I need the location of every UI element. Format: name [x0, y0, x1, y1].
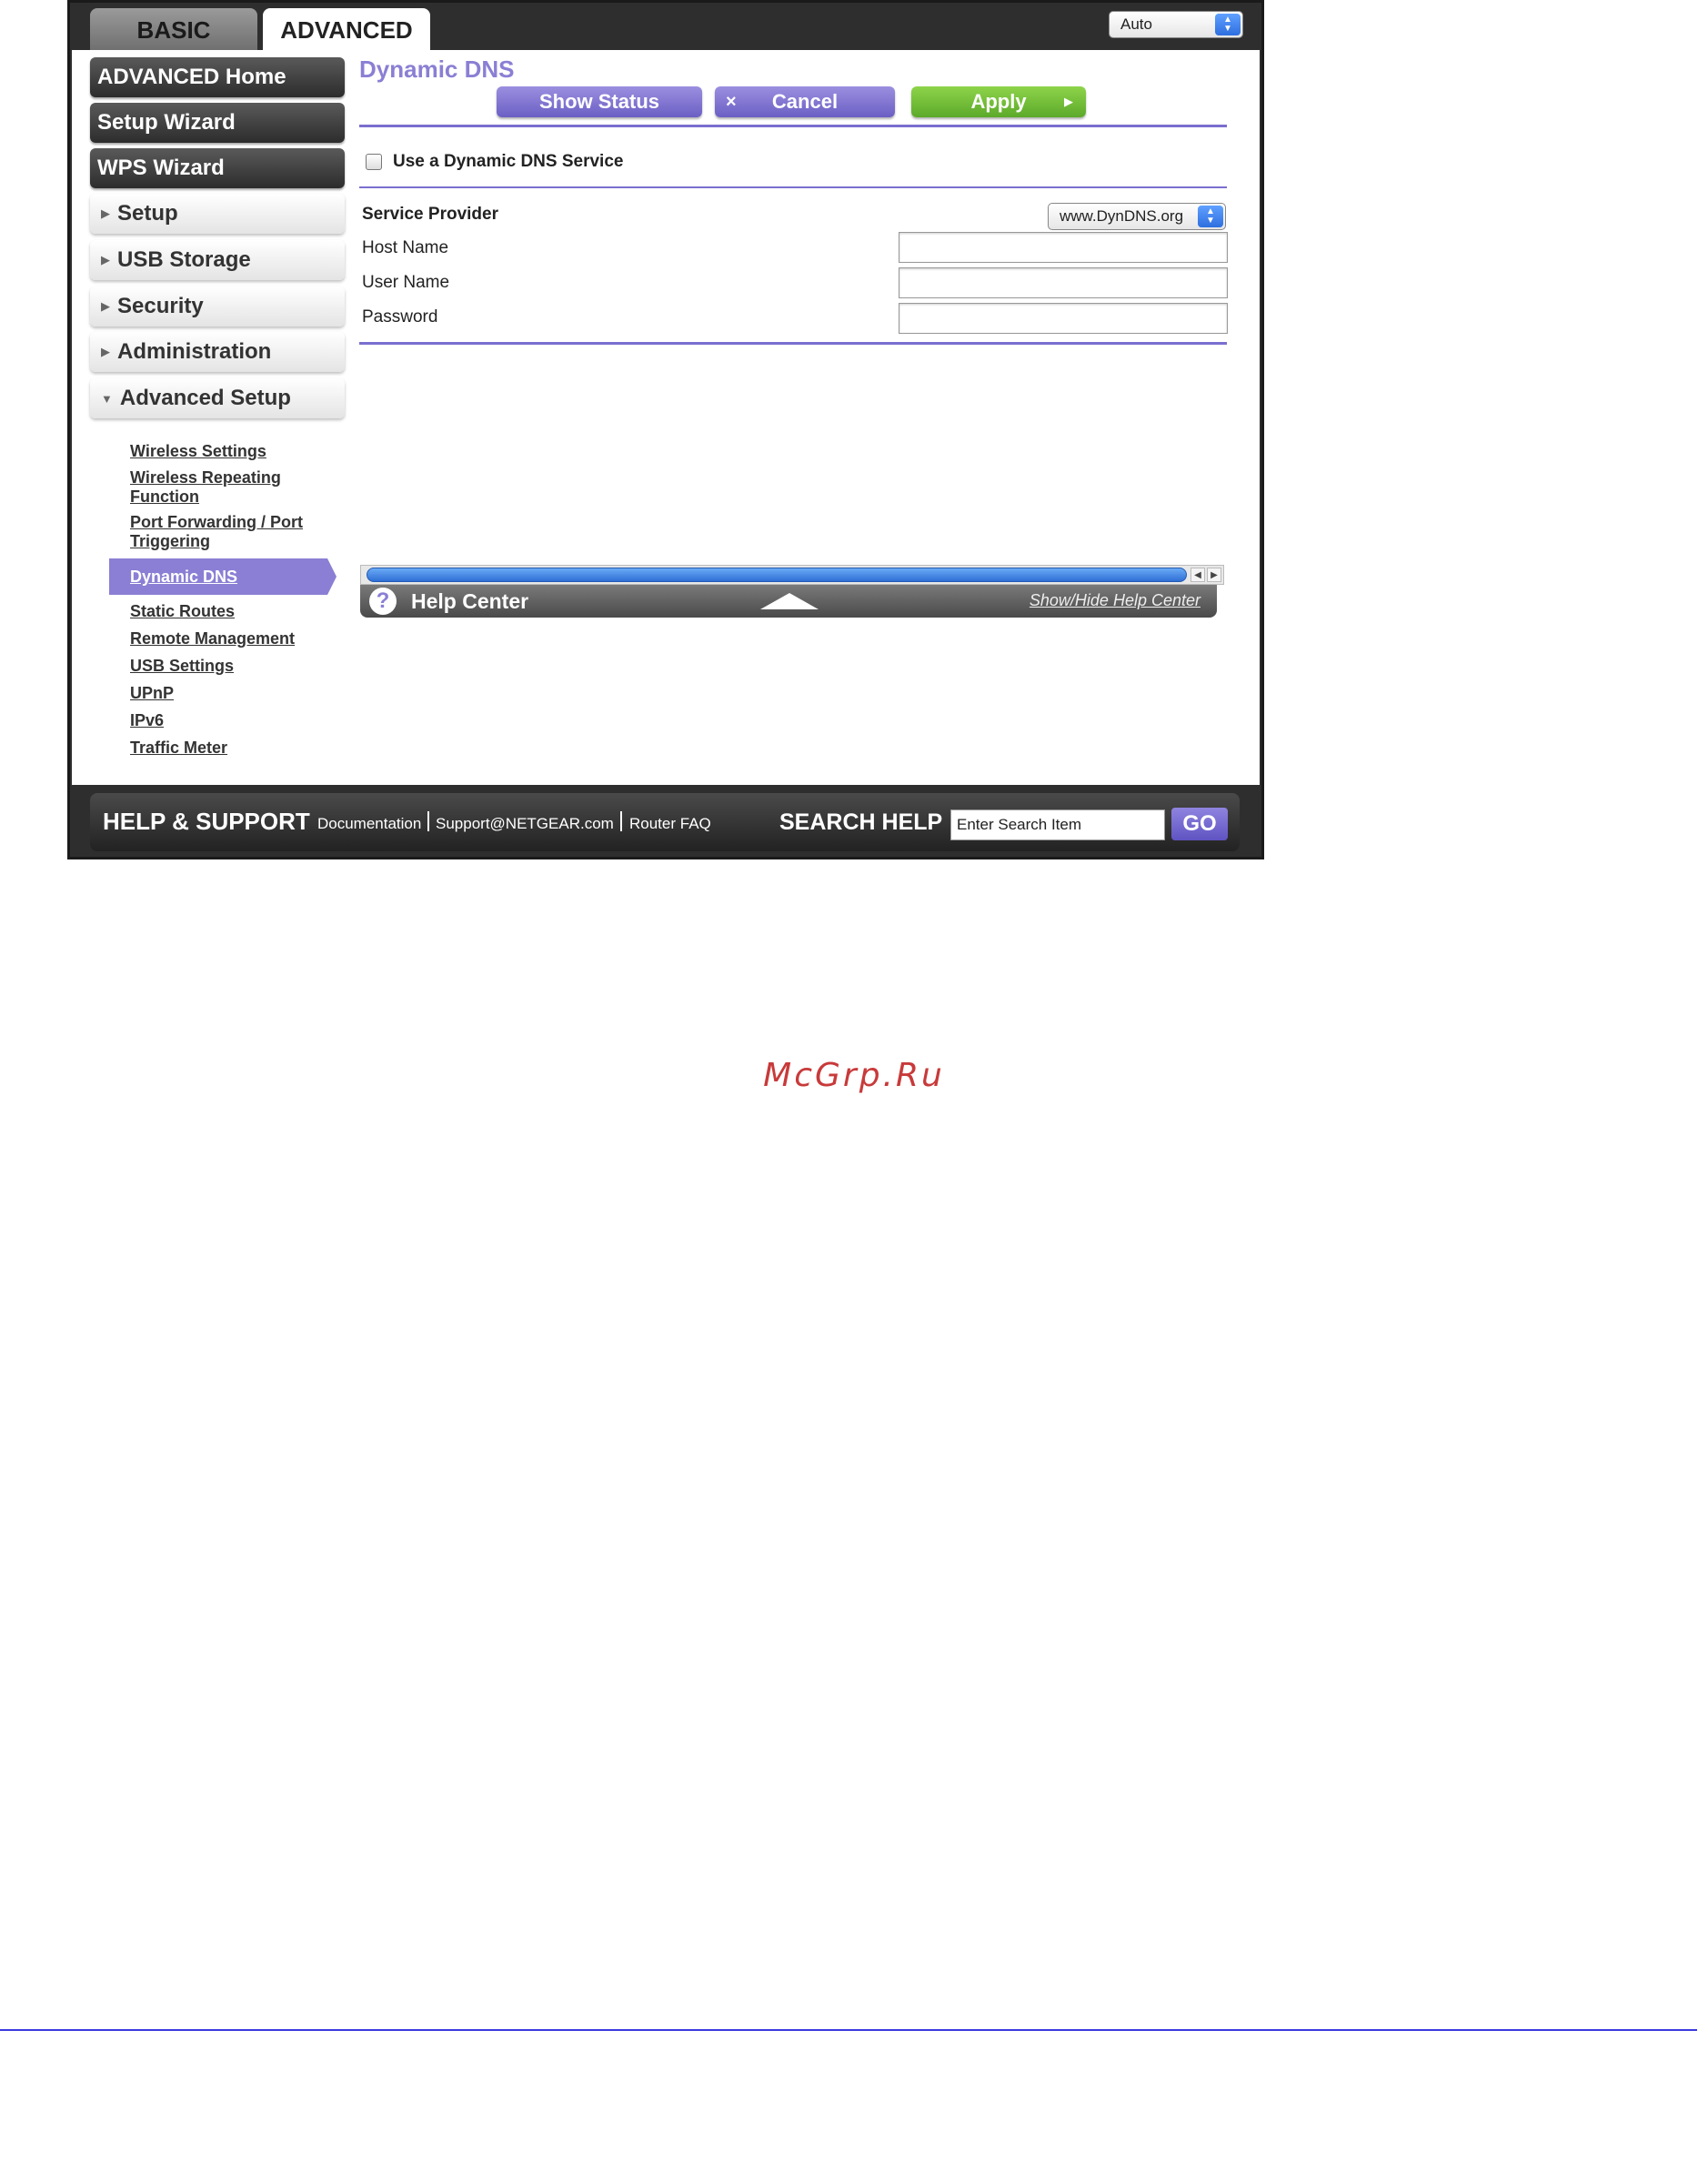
cancel-label: Cancel [771, 90, 839, 113]
page-title: Dynamic DNS [359, 55, 515, 83]
triangle-right-icon: ▶ [101, 253, 110, 266]
search-help-label: SEARCH HELP [779, 809, 943, 835]
scroll-left-icon[interactable]: ◀ [1191, 568, 1205, 582]
password-label: Password [362, 307, 438, 327]
top-tabs: BASIC ADVANCED [90, 8, 436, 52]
triangle-down-icon: ▼ [101, 391, 113, 406]
documentation-link[interactable]: Documentation [317, 815, 421, 833]
sublink-wireless-repeating-line2: Function [130, 487, 199, 506]
sidebar-administration-label: Administration [117, 339, 272, 364]
host-name-input[interactable] [899, 232, 1228, 263]
apply-button[interactable]: Apply ▶ [911, 86, 1086, 117]
sidebar-usb-storage[interactable]: ▶ USB Storage [90, 240, 345, 280]
show-hide-help-link[interactable]: Show/Hide Help Center [1030, 591, 1201, 610]
triangle-right-icon: ▶ [101, 299, 110, 313]
sidebar-setup-label: Setup [117, 201, 178, 226]
sidebar-setup-wizard[interactable]: Setup Wizard [90, 103, 345, 143]
support-email-link[interactable]: Support@NETGEAR.com [436, 815, 614, 833]
close-icon: × [726, 91, 737, 112]
sidebar-setup[interactable]: ▶ Setup [90, 194, 345, 234]
service-provider-value: www.DynDNS.org [1060, 207, 1184, 225]
select-arrows-icon: ▲ ▼ [1198, 206, 1223, 227]
triangle-right-icon: ▶ [101, 206, 110, 220]
cancel-button[interactable]: × Cancel [715, 86, 895, 117]
separator [427, 811, 429, 831]
sublink-static-routes[interactable]: Static Routes [130, 602, 339, 621]
divider [359, 342, 1227, 345]
use-ddns-row: Use a Dynamic DNS Service [366, 152, 623, 172]
sublink-port-forwarding-line1: Port Forwarding / Port [130, 513, 304, 531]
play-arrow-icon: ▶ [1064, 95, 1073, 108]
search-input[interactable] [950, 809, 1165, 840]
horizontal-scrollbar[interactable]: ◀ ▶ [360, 565, 1224, 585]
sublink-traffic-meter[interactable]: Traffic Meter [130, 739, 339, 758]
sublink-port-forwarding-line2: Triggering [130, 532, 211, 550]
page-bottom-rule [0, 2029, 1697, 2031]
divider [359, 186, 1227, 188]
show-status-label: Show Status [538, 90, 659, 113]
user-name-input[interactable] [899, 267, 1228, 298]
help-support-title: HELP & SUPPORT [103, 808, 310, 835]
help-center-label: Help Center [411, 589, 529, 613]
content-area: ADVANCED Home Setup Wizard WPS Wizard ▶ … [72, 50, 1260, 785]
sublink-wireless-repeating-line1: Wireless Repeating [130, 468, 281, 487]
sidebar-advanced-home[interactable]: ADVANCED Home [90, 57, 345, 97]
tab-advanced[interactable]: ADVANCED [263, 8, 430, 52]
select-arrows-icon: ▲ ▼ [1215, 14, 1241, 35]
main-panel: Dynamic DNS Show Status × Cancel Apply ▶… [357, 50, 1230, 785]
sidebar-security-label: Security [117, 294, 204, 318]
tab-basic[interactable]: BASIC [90, 8, 257, 52]
sidebar-security[interactable]: ▶ Security [90, 286, 345, 327]
mode-select-value: Auto [1120, 15, 1152, 33]
sublink-upnp[interactable]: UPnP [130, 684, 339, 703]
use-ddns-checkbox[interactable] [366, 154, 382, 170]
scrollbar-thumb[interactable] [367, 568, 1187, 582]
password-input[interactable] [899, 303, 1228, 334]
host-name-label: Host Name [362, 238, 449, 257]
help-support-footer: HELP & SUPPORT Documentation Support@NET… [90, 793, 1240, 851]
sidebar-advanced-setup-label: Advanced Setup [119, 386, 291, 410]
show-status-button[interactable]: Show Status [497, 86, 702, 117]
apply-label: Apply [970, 90, 1027, 113]
user-name-label: User Name [362, 273, 450, 292]
scroll-right-icon[interactable]: ▶ [1207, 568, 1221, 582]
mode-select[interactable]: Auto ▲ ▼ [1109, 11, 1243, 38]
sublink-ipv6[interactable]: IPv6 [130, 711, 339, 730]
triangle-right-icon: ▶ [101, 345, 110, 358]
sidebar-administration[interactable]: ▶ Administration [90, 332, 345, 372]
router-faq-link[interactable]: Router FAQ [629, 815, 711, 833]
help-center-bar: ? Help Center Show/Hide Help Center [360, 585, 1217, 618]
sublink-port-forwarding[interactable]: Port Forwarding / Port Triggering [130, 513, 339, 551]
question-icon[interactable]: ? [369, 588, 397, 615]
sublink-remote-management[interactable]: Remote Management [130, 629, 339, 648]
sublink-wireless-repeating[interactable]: Wireless Repeating Function [130, 468, 339, 507]
sublink-usb-settings[interactable]: USB Settings [130, 657, 339, 676]
service-provider-label: Service Provider [362, 205, 498, 224]
router-admin-window: BASIC ADVANCED Auto ▲ ▼ ADVANCED Home Set… [67, 0, 1264, 859]
triangle-up-icon[interactable] [760, 593, 819, 609]
service-provider-select[interactable]: www.DynDNS.org ▲ ▼ [1048, 203, 1226, 230]
watermark: McGrp.Ru [763, 1057, 945, 1094]
sidebar-wps-wizard[interactable]: WPS Wizard [90, 148, 345, 188]
sublink-wireless-settings[interactable]: Wireless Settings [130, 442, 339, 461]
divider [359, 125, 1227, 127]
sidebar: ADVANCED Home Setup Wizard WPS Wizard ▶ … [72, 50, 354, 785]
use-ddns-label: Use a Dynamic DNS Service [393, 152, 624, 171]
separator [620, 811, 622, 831]
sublink-dynamic-dns[interactable]: Dynamic DNS [130, 568, 237, 587]
sidebar-advanced-setup[interactable]: ▼ Advanced Setup [90, 378, 345, 418]
go-button[interactable]: GO [1171, 808, 1228, 840]
sidebar-usb-storage-label: USB Storage [117, 247, 251, 272]
